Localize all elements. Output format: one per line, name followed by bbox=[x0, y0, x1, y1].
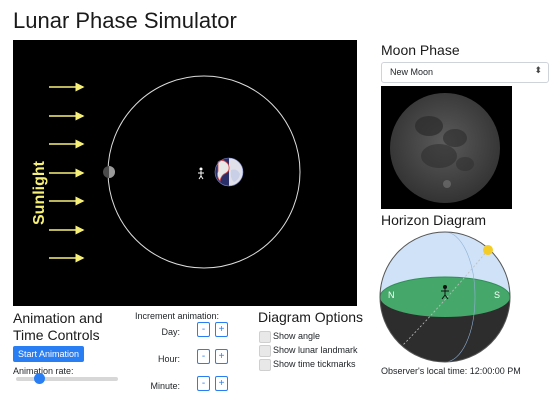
show-time-tickmarks-label: Show time tickmarks bbox=[273, 359, 356, 369]
moon-image bbox=[390, 93, 500, 203]
minute-increment-button[interactable]: + bbox=[215, 376, 228, 391]
observer-local-time: Observer's local time: 12:00:00 PM bbox=[381, 366, 521, 376]
horizon-diagram-title: Horizon Diagram bbox=[381, 212, 487, 228]
animation-controls-title: Animation and Time Controls bbox=[13, 310, 103, 343]
horizon-south-label: S bbox=[494, 290, 501, 300]
increment-hour-row: Hour: bbox=[135, 350, 180, 366]
show-angle-checkbox[interactable] bbox=[259, 331, 271, 343]
moon-phase-select[interactable]: New Moon ⬍ bbox=[381, 62, 549, 83]
app-title: Lunar Phase Simulator bbox=[13, 8, 237, 33]
moon-marker[interactable] bbox=[103, 166, 115, 178]
horizon-diagram[interactable]: N S bbox=[378, 230, 514, 364]
animation-rate-slider-thumb[interactable] bbox=[34, 373, 46, 384]
show-lunar-landmark-label: Show lunar landmark bbox=[273, 345, 358, 355]
horizon-north-label: N bbox=[388, 290, 395, 300]
diagram-options-title: Diagram Options bbox=[258, 309, 364, 325]
show-time-tickmarks-checkbox[interactable] bbox=[259, 359, 271, 371]
show-angle-label: Show angle bbox=[273, 331, 321, 341]
increment-animation-label: Increment animation: bbox=[135, 311, 220, 321]
earth-icon bbox=[214, 157, 244, 187]
orbit-view[interactable]: Sunlight bbox=[13, 40, 357, 306]
moon-phase-selected-value: New Moon bbox=[390, 67, 434, 77]
local-time-label: Observer's local time: bbox=[381, 366, 468, 376]
moon-orbit bbox=[107, 75, 301, 269]
moon-phase-title: Moon Phase bbox=[381, 42, 460, 58]
hour-increment-button[interactable]: + bbox=[215, 349, 228, 364]
day-decrement-button[interactable]: - bbox=[197, 322, 210, 337]
moon-phase-view bbox=[381, 86, 512, 209]
sunlight-arrows bbox=[49, 82, 85, 263]
increment-hour-label: Hour: bbox=[157, 354, 180, 364]
local-time-value: 12:00:00 PM bbox=[469, 366, 521, 376]
show-lunar-landmark-checkbox[interactable] bbox=[259, 345, 271, 357]
increment-day-label: Day: bbox=[161, 327, 180, 337]
sun-icon bbox=[483, 245, 493, 255]
increment-minute-row: Minute: bbox=[135, 377, 180, 393]
increment-day-row: Day: bbox=[135, 323, 180, 339]
sunlight-label: Sunlight bbox=[31, 161, 48, 225]
day-increment-button[interactable]: + bbox=[215, 322, 228, 337]
animation-rate-slider[interactable] bbox=[16, 377, 118, 381]
start-animation-button[interactable]: Start Animation bbox=[13, 346, 85, 362]
increment-minute-label: Minute: bbox=[150, 381, 180, 391]
orbit-diagram bbox=[49, 75, 301, 269]
minute-decrement-button[interactable]: - bbox=[197, 376, 210, 391]
hour-decrement-button[interactable]: - bbox=[197, 349, 210, 364]
observer-icon bbox=[198, 167, 204, 180]
select-caret-icon: ⬍ bbox=[534, 65, 542, 75]
